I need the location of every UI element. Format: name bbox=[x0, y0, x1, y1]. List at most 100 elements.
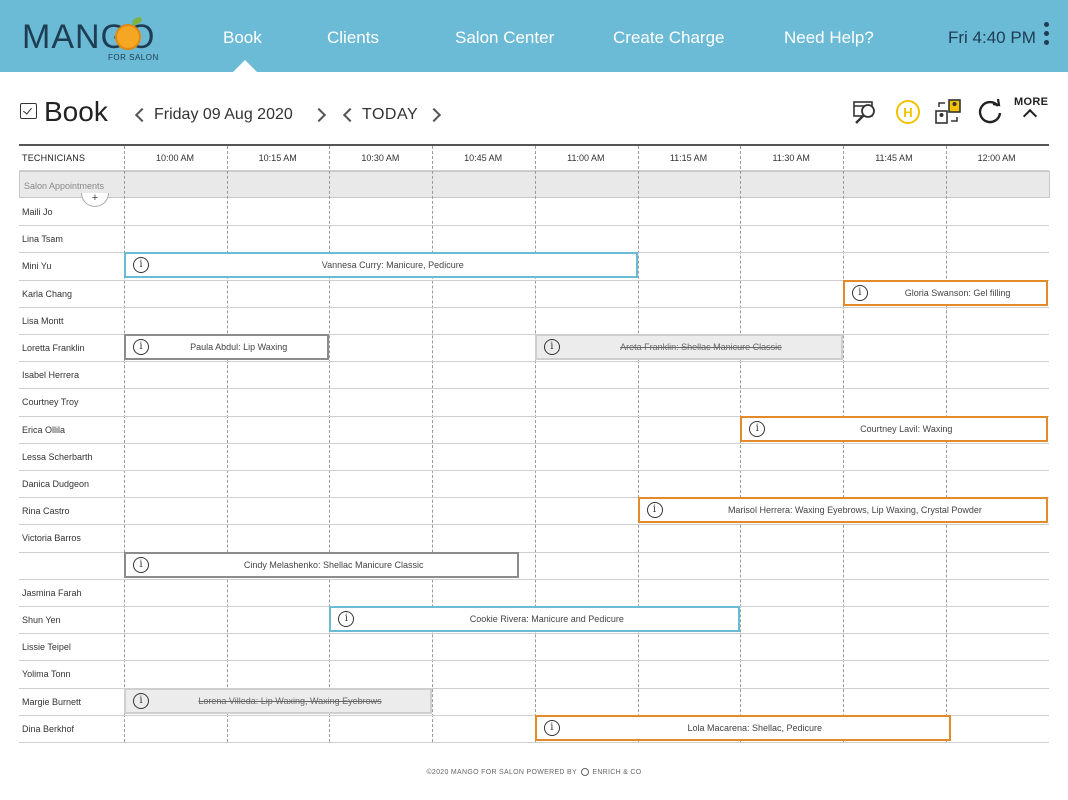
appointment-text: Marisol Herrera: Waxing Eyebrows, Lip Wa… bbox=[727, 505, 982, 516]
technician-name: Yolima Tonn bbox=[22, 669, 71, 680]
appointment-text: Paula Abdul: Lip Waxing bbox=[190, 342, 288, 352]
row-divider bbox=[19, 225, 1049, 227]
time-gridline bbox=[842, 146, 844, 742]
technician-name: Loretta Franklin bbox=[22, 343, 85, 353]
swap-users-icon[interactable] bbox=[934, 98, 962, 126]
technicians-header: TECHNICIANS bbox=[22, 153, 86, 163]
technician-name: Dina Berkhof bbox=[22, 723, 75, 734]
nav-need-help[interactable]: Need Help? bbox=[784, 28, 874, 48]
more-label[interactable]: MORE bbox=[1014, 96, 1048, 108]
time-header: 11:30 AM bbox=[772, 153, 810, 163]
technician-name: Courtney Troy bbox=[22, 397, 79, 408]
appointment-block[interactable]: i Gloria Swanson: Gel filling bbox=[842, 279, 1049, 306]
technician-name: Isabel Herrera bbox=[22, 370, 80, 381]
info-icon[interactable]: i bbox=[749, 420, 766, 437]
row-divider bbox=[19, 442, 1049, 444]
info-icon[interactable]: i bbox=[133, 257, 149, 274]
time-header: 11:15 AM bbox=[669, 153, 708, 163]
appointment-block[interactable]: i Paula Abdul: Lip Waxing bbox=[124, 334, 330, 360]
active-nav-pointer bbox=[233, 60, 257, 72]
chevron-up-icon[interactable] bbox=[1022, 108, 1038, 124]
footer-copyright: ©2020 MANGO FOR SALON POWERED BY bbox=[426, 768, 577, 776]
appointment-text: Cindy Melashenko: Shellac Manicure Class… bbox=[243, 559, 424, 570]
time-header: 11:45 AM bbox=[875, 153, 913, 163]
technician-name: Lisa Montt bbox=[22, 315, 64, 326]
technician-name: Jasmina Farah bbox=[22, 587, 82, 598]
svg-text:H: H bbox=[903, 105, 912, 120]
refresh-icon[interactable] bbox=[976, 98, 1004, 126]
time-header: 10:45 AM bbox=[464, 153, 503, 163]
orange-icon bbox=[115, 24, 141, 50]
mango-logo[interactable]: MANGO FOR SALON bbox=[22, 10, 162, 66]
appointment-text: Lola Macarena: Shellac, Pedicure bbox=[687, 722, 823, 733]
info-icon[interactable]: i bbox=[543, 339, 560, 355]
enrich-logo-icon bbox=[581, 768, 590, 776]
technician-name: Erica Ollila bbox=[22, 424, 66, 435]
calendar-check-icon bbox=[20, 103, 37, 119]
nav-salon-center[interactable]: Salon Center bbox=[455, 28, 554, 48]
technician-name: Rina Castro bbox=[22, 506, 70, 517]
time-gridline bbox=[945, 146, 947, 742]
today-prev-chevron-icon[interactable] bbox=[342, 106, 354, 124]
technician-name: Danica Dudgeon bbox=[22, 479, 90, 489]
time-header: 10:30 AM bbox=[361, 153, 400, 163]
row-divider bbox=[19, 742, 1049, 743]
row-divider bbox=[19, 633, 1049, 635]
time-gridline bbox=[329, 146, 331, 742]
info-icon[interactable]: i bbox=[133, 556, 149, 573]
row-divider bbox=[19, 660, 1049, 662]
nav-create-charge[interactable]: Create Charge bbox=[613, 28, 725, 48]
info-icon[interactable]: i bbox=[851, 284, 868, 301]
next-day-chevron-icon[interactable] bbox=[314, 106, 326, 124]
salon-appointments-label: Salon Appointments bbox=[24, 181, 105, 191]
schedule-grid: TECHNICIANS Salon Appointments + 10:00 A… bbox=[19, 144, 1050, 744]
appointment-block[interactable]: i Lorena Villeda: Lip Waxing, Waxing Eyeb… bbox=[124, 687, 433, 714]
technician-name: Lessa Scherbarth bbox=[22, 451, 93, 462]
row-divider bbox=[19, 470, 1049, 471]
appointment-block[interactable]: i Cookie Rivera: Manicure and Pedicure bbox=[329, 606, 741, 632]
info-icon[interactable]: i bbox=[338, 611, 355, 627]
row-divider bbox=[19, 524, 1049, 526]
info-icon[interactable]: i bbox=[543, 719, 560, 736]
time-gridline bbox=[432, 146, 434, 742]
appointment-text: Areta Franklin: Shellac Manicure Classic bbox=[620, 342, 782, 352]
footer-brand: ENRICH & CO bbox=[592, 768, 642, 776]
current-date[interactable]: Friday 09 Aug 2020 bbox=[154, 106, 293, 124]
h-badge-icon[interactable]: H bbox=[894, 98, 922, 126]
today-next-chevron-icon[interactable] bbox=[429, 106, 441, 124]
nav-clients[interactable]: Clients bbox=[327, 28, 379, 48]
time-gridline bbox=[637, 146, 639, 742]
appointment-text: Lorena Villeda: Lip Waxing, Waxing Eyebr… bbox=[198, 695, 382, 706]
time-gridline bbox=[534, 146, 536, 742]
row-divider bbox=[19, 306, 1049, 308]
technician-name: Victoria Barros bbox=[22, 533, 81, 544]
time-gridline bbox=[740, 146, 742, 742]
header-divider bbox=[19, 170, 1049, 171]
today-button[interactable]: TODAY bbox=[362, 106, 418, 124]
kebab-menu-icon[interactable] bbox=[1042, 22, 1050, 50]
time-header: 10:15 AM bbox=[258, 153, 297, 163]
info-icon[interactable]: i bbox=[133, 692, 149, 709]
clock: Fri 4:40 PM bbox=[948, 28, 1036, 47]
footer: ©2020 MANGO FOR SALON POWERED BY ENRICH … bbox=[0, 768, 1068, 776]
appointment-block[interactable]: i Courtney Lavil: Waxing bbox=[740, 415, 1049, 442]
nav-book[interactable]: Book bbox=[223, 28, 262, 48]
appointment-text: Vannesa Curry: Manicure, Pedicure bbox=[321, 260, 464, 271]
logo-subtitle: FOR SALON bbox=[108, 53, 159, 62]
technician-name: Karla Chang bbox=[22, 288, 73, 299]
info-icon[interactable]: i bbox=[646, 502, 663, 519]
row-divider bbox=[19, 388, 1049, 390]
appointment-block[interactable]: i Lola Macarena: Shellac, Pedicure bbox=[534, 714, 951, 741]
appointment-block[interactable]: i Vannesa Curry: Manicure, Pedicure bbox=[124, 252, 638, 279]
time-header: 12:00 AM bbox=[977, 153, 1016, 163]
search-calendar-icon[interactable] bbox=[852, 98, 880, 126]
technician-name: Margie Burnett bbox=[22, 696, 82, 707]
appointment-block[interactable]: i Cindy Melashenko: Shellac Manicure Clas… bbox=[124, 551, 520, 578]
row-divider bbox=[19, 578, 1049, 580]
appointment-block[interactable]: i Marisol Herrera: Waxing Eyebrows, Lip W… bbox=[637, 497, 1049, 524]
add-salon-appointment-button[interactable]: + bbox=[81, 193, 109, 207]
prev-day-chevron-icon[interactable] bbox=[134, 106, 146, 124]
technician-name: Shun Yen bbox=[22, 615, 61, 625]
info-icon[interactable]: i bbox=[133, 339, 149, 355]
appointment-block[interactable]: i Areta Franklin: Shellac Manicure Classi… bbox=[534, 334, 843, 360]
